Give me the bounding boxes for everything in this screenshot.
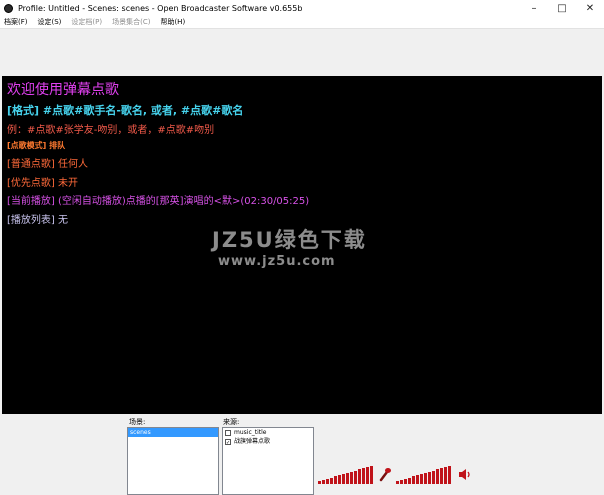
preview-mode-line: [点歌模式] 排队: [7, 141, 66, 150]
source-checkbox[interactable]: [225, 429, 231, 436]
meter-bar: [354, 471, 357, 484]
meter-bar: [404, 479, 407, 484]
meter-bar: [396, 481, 399, 484]
meter-bar: [400, 480, 403, 484]
meter-bar: [338, 475, 341, 484]
menu-settings[interactable]: 设定(S): [38, 17, 62, 27]
meter-bar: [424, 473, 427, 484]
meter-bar: [334, 476, 337, 484]
meter-bar: [408, 478, 411, 484]
meter-bar: [350, 472, 353, 484]
meter-bar: [326, 479, 329, 484]
speaker-icon[interactable]: [458, 468, 472, 481]
source-item[interactable]: music_title: [223, 428, 313, 437]
scene-item[interactable]: scenes: [128, 428, 218, 437]
menu-help[interactable]: 帮助(H): [160, 17, 185, 27]
meter-bar: [342, 474, 345, 484]
sources-label: 来源:: [223, 418, 240, 426]
meter-bar: [358, 469, 361, 484]
meter-bar: [370, 466, 373, 484]
scenes-label: 场景:: [129, 418, 146, 426]
preview-normal-request-line: [普通点歌] 任何人: [7, 159, 88, 170]
meter-bar: [420, 474, 423, 484]
stream-preview[interactable]: 欢迎使用弹幕点歌 [格式] #点歌#歌手名-歌名, 或者, #点歌#歌名 例：#…: [2, 76, 602, 414]
sources-list[interactable]: music_title ✓ 战旗弹幕点歌: [222, 427, 314, 495]
meter-bar: [444, 467, 447, 484]
menu-file[interactable]: 档案(F): [4, 17, 28, 27]
source-name: 战旗弹幕点歌: [234, 438, 271, 445]
meter-bar: [448, 466, 451, 484]
preview-priority-request-line: [优先点歌] 未开: [7, 178, 78, 189]
minimize-button[interactable]: –: [520, 0, 548, 16]
watermark-logo-text: JZ5U绿色下载: [212, 228, 367, 252]
source-checkbox[interactable]: ✓: [225, 438, 231, 446]
meter-bar: [436, 469, 439, 484]
window-title: Profile: Untitled - Scenes: scenes - Ope…: [18, 3, 303, 13]
preview-playlist-line: [播放列表] 无: [7, 215, 68, 226]
obs-app-icon: [4, 3, 13, 13]
scenes-list[interactable]: scenes: [127, 427, 219, 495]
meter-bar: [440, 468, 443, 484]
menu-bar: 档案(F) 设定(S) 设定档(P) 场景集合(C) 帮助(H): [0, 16, 604, 29]
preview-example-line: 例：#点歌#张学友-吻别，或者，#点歌#吻别: [7, 125, 215, 136]
close-button[interactable]: ✕: [576, 0, 604, 16]
meter-bar: [428, 472, 431, 484]
watermark-url: www.jz5u.com: [218, 254, 336, 269]
mic-volume-meter[interactable]: [318, 466, 373, 484]
meter-bar: [330, 478, 333, 484]
menu-scene-collections[interactable]: 场景集合(C): [112, 17, 150, 27]
preview-now-playing-line: [当前播放] (空闲自动播放)点播的[那英]演唱的<默>(02:30/05:25…: [7, 196, 310, 207]
preview-title: 欢迎使用弹幕点歌: [7, 82, 119, 98]
maximize-button[interactable]: □: [548, 0, 576, 16]
menu-profiles[interactable]: 设定档(P): [71, 17, 102, 27]
meter-bar: [416, 475, 419, 484]
source-item[interactable]: ✓ 战旗弹幕点歌: [223, 437, 313, 446]
source-name: music_title: [234, 429, 267, 436]
meter-bar: [362, 468, 365, 484]
meter-bar: [346, 473, 349, 484]
bottom-panel: 场景: scenes 来源: music_title ✓ 战旗弹幕点歌: [0, 414, 604, 495]
window-controls: – □ ✕: [520, 0, 604, 16]
meter-bar: [366, 467, 369, 484]
preview-format-line: [格式] #点歌#歌手名-歌名, 或者, #点歌#歌名: [7, 104, 244, 117]
meter-bar: [432, 471, 435, 484]
desktop-volume-meter[interactable]: [396, 466, 451, 484]
meter-bar: [412, 476, 415, 484]
meter-bar: [318, 481, 321, 484]
microphone-icon[interactable]: [378, 466, 392, 482]
meter-bar: [322, 480, 325, 484]
window-title-bar[interactable]: Profile: Untitled - Scenes: scenes - Ope…: [0, 0, 604, 16]
